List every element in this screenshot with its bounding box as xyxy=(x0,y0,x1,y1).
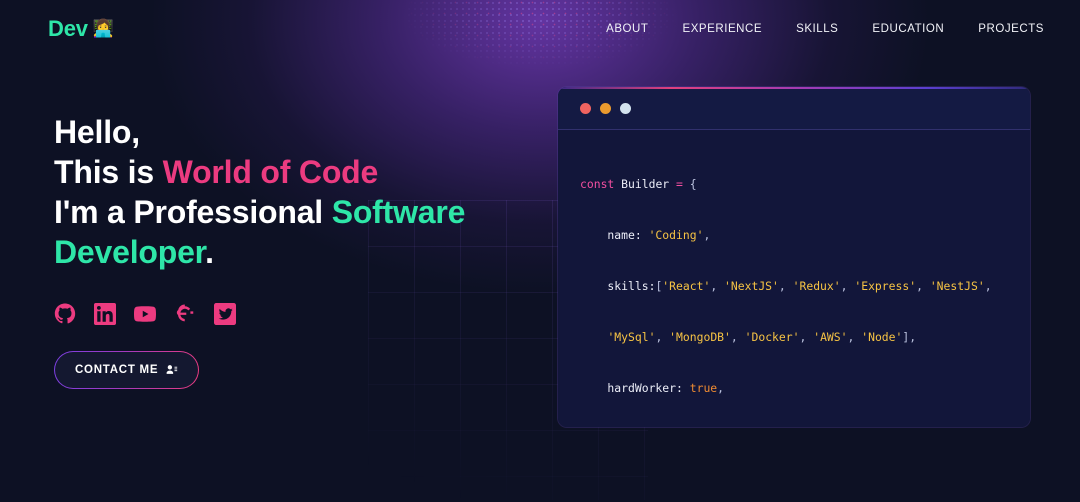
window-close-dot-icon[interactable] xyxy=(580,102,591,114)
contact-button-label: CONTACT ME xyxy=(75,363,159,376)
code-line: skills:['React', 'NextJS', 'Redux', 'Exp… xyxy=(580,279,992,293)
youtube-icon[interactable] xyxy=(134,303,156,325)
nav-item-about[interactable]: ABOUT xyxy=(606,23,648,35)
headline-line-2-prefix: This is xyxy=(54,154,163,191)
contact-me-button[interactable]: CONTACT ME xyxy=(54,351,199,389)
github-icon[interactable] xyxy=(54,303,76,325)
nav-item-skills[interactable]: SKILLS xyxy=(796,23,838,35)
hero-section: Hello, This is World of Code I'm a Profe… xyxy=(54,112,534,389)
headline-line-3-prefix: I'm a Professional xyxy=(54,194,332,231)
developer-laptop-emoji-icon: 👩‍💻 xyxy=(92,19,114,38)
window-minimize-dot-icon[interactable] xyxy=(600,102,611,114)
code-line: name: 'Coding', xyxy=(580,228,711,242)
code-line: hardWorker: true, xyxy=(580,381,725,395)
code-line: const Builder = { xyxy=(580,177,697,191)
page-title: Hello, This is World of Code I'm a Profe… xyxy=(54,112,534,273)
code-snippet-window: const Builder = { name: 'Coding', skills… xyxy=(558,87,1030,427)
headline-highlight-world-of-code: World of Code xyxy=(162,154,379,191)
nav-item-experience[interactable]: EXPERIENCE xyxy=(682,23,762,35)
nav-item-education[interactable]: EDUCATION xyxy=(872,23,944,35)
site-logo[interactable]: Dev 👩‍💻 xyxy=(48,16,114,42)
logo-text: Dev xyxy=(48,15,88,41)
nav-item-projects[interactable]: PROJECTS xyxy=(978,23,1044,35)
code-content: const Builder = { name: 'Coding', skills… xyxy=(558,130,1030,427)
headline-line-1: Hello, xyxy=(54,114,140,150)
code-line: 'MySql', 'MongoDB', 'Docker', 'AWS', 'No… xyxy=(607,330,917,344)
contact-card-icon xyxy=(166,365,178,374)
geeksforgeeks-icon[interactable] xyxy=(174,303,196,325)
linkedin-icon[interactable] xyxy=(94,302,116,325)
headline-period: . xyxy=(205,234,214,271)
portfolio-hero-page: Dev 👩‍💻 ABOUT EXPERIENCE SKILLS EDUCATIO… xyxy=(0,0,1080,502)
window-maximize-dot-icon[interactable] xyxy=(620,102,631,114)
social-links xyxy=(54,302,534,325)
code-window-titlebar xyxy=(558,87,1030,130)
site-header: Dev 👩‍💻 ABOUT EXPERIENCE SKILLS EDUCATIO… xyxy=(0,0,1080,57)
twitter-icon[interactable] xyxy=(214,302,236,325)
primary-navigation: ABOUT EXPERIENCE SKILLS EDUCATION PROJEC… xyxy=(606,23,1044,35)
